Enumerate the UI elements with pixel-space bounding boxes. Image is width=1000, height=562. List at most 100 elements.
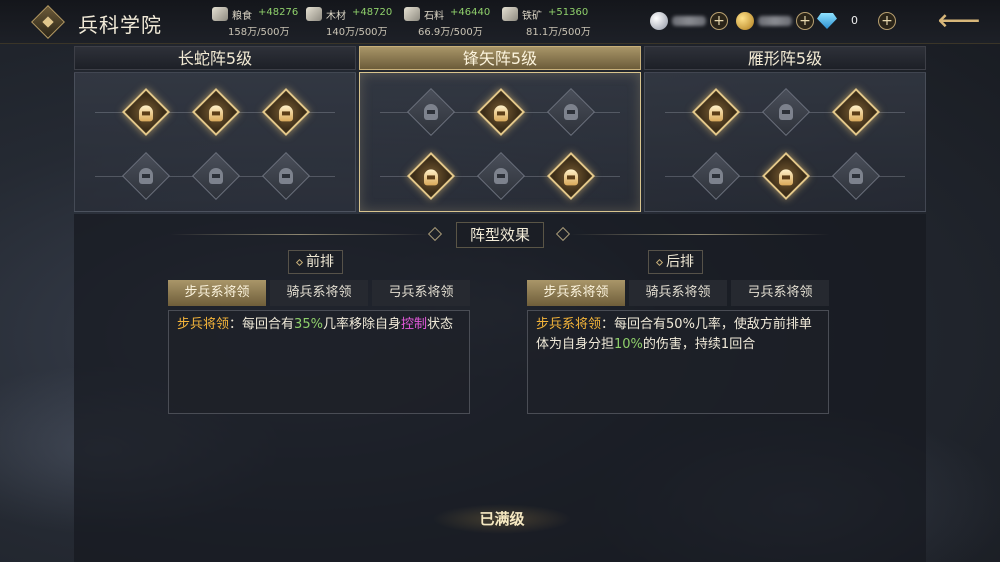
wood-icon [306,7,322,21]
resource-iron[interactable]: 铁矿 +51360 81.1万/500万 [502,5,612,39]
silver-value-hidden [672,16,706,26]
resource-label: 木材 [326,11,346,22]
add-gold-button[interactable]: + [796,12,814,30]
top-bar: 兵科学院 粮食 +48276 158万/500万 木材 +48720 140万/… [0,0,1000,44]
resource-capacity: 81.1万/500万 [526,27,591,38]
formation-panel-changshe[interactable]: 长蛇阵5级 [74,46,356,212]
resource-label: 石料 [424,11,444,22]
formation-title: 长蛇阵5级 [74,46,356,70]
max-level-status: 已满级 [432,504,572,534]
academy-emblem-icon [31,5,65,39]
back-row-label: 后排 [648,250,703,274]
general-type: 步兵系将领 [536,317,602,332]
formation-grid [359,72,641,212]
gold-value-hidden [758,16,792,26]
desc-percent: 10% [614,337,643,352]
resource-stone[interactable]: 石料 +46440 66.9万/500万 [404,5,514,39]
soldier-slot-active [261,87,311,137]
formation-grid [74,72,356,212]
gold-currency: + [736,12,816,32]
formation-grid [644,72,926,212]
gem-value: 0 [851,14,858,27]
tab-back-archer[interactable]: 弓兵系将领 [731,280,829,306]
resource-capacity: 158万/500万 [228,27,290,38]
helmet-icon [139,168,153,184]
soldier-slot-empty [546,87,596,137]
soldier-slot-active [546,151,596,201]
formation-panel-fengshi[interactable]: 锋矢阵5级 [359,46,641,212]
back-row-tabs: 步兵系将领 骑兵系将领 弓兵系将领 [527,280,829,306]
soldier-slot-empty [191,151,241,201]
silver-coin-icon [650,12,668,30]
helmet-icon [709,105,723,122]
helmet-icon [209,105,223,122]
desc-text: 每回合有 [242,317,295,332]
soldier-slot-empty [406,87,456,137]
front-row-text: 前排 [306,254,334,270]
front-row-description: 步兵将领：每回合有35%几率移除自身控制状态 [168,310,470,414]
diamond-bullet-icon [295,258,304,266]
front-row-label: 前排 [288,250,343,274]
desc-separator: ： [229,317,243,332]
resource-gain: +48276 [258,7,299,18]
diamond-bullet-icon [655,258,664,266]
general-type: 步兵将领 [177,317,230,332]
tab-front-infantry[interactable]: 步兵系将领 [168,280,266,306]
helmet-icon [279,168,293,184]
soldier-slot-empty [121,151,171,201]
soldier-slot-empty [261,151,311,201]
tab-back-infantry[interactable]: 步兵系将领 [527,280,625,306]
diamond-gem-icon [817,13,837,29]
desc-text: 的伤害，持续1回合 [642,337,756,352]
helmet-icon [849,105,863,122]
soldier-slot-active [191,87,241,137]
back-arrow-icon: ⟵ [937,3,981,38]
resource-gain: +51360 [548,7,589,18]
soldier-slot-active [121,87,171,137]
tab-front-cavalry[interactable]: 骑兵系将领 [270,280,368,306]
grain-icon [212,7,228,21]
desc-keyword: 控制 [400,317,427,332]
stone-icon [404,7,420,21]
helmet-icon [424,169,438,186]
soldier-slot-empty [761,87,811,137]
soldier-slot-empty [476,151,526,201]
helmet-icon [564,169,578,186]
tab-front-archer[interactable]: 弓兵系将领 [372,280,470,306]
resource-gain: +46440 [450,7,491,18]
soldier-slot-empty [691,151,741,201]
soldier-slot-empty [831,151,881,201]
add-silver-button[interactable]: + [710,12,728,30]
soldier-slot-active [406,151,456,201]
ornament-diamond-icon [555,226,571,242]
helmet-icon [424,104,438,120]
helmet-icon [779,169,793,186]
back-button[interactable]: ⟵ [936,6,982,38]
helmet-icon [494,168,508,184]
formation-effects-section: 阵型效果 前排 步兵系将领 骑兵系将领 弓兵系将领 步兵将领：每回合有35%几率… [74,214,926,562]
resource-capacity: 66.9万/500万 [418,27,483,38]
helmet-icon [279,105,293,122]
helmet-icon [779,104,793,120]
helmet-icon [139,105,153,122]
desc-text: 状态 [426,317,453,332]
gold-coin-icon [736,12,754,30]
desc-percent: 35% [294,317,323,332]
resource-wood[interactable]: 木材 +48720 140万/500万 [306,5,416,39]
back-row-text: 后排 [666,254,694,270]
resource-capacity: 140万/500万 [326,27,388,38]
desc-text: 几率移除自身 [322,317,401,332]
helmet-icon [494,105,508,122]
formation-panel-yanxing[interactable]: 雁形阵5级 [644,46,926,212]
formation-title: 锋矢阵5级 [359,46,641,70]
resource-gain: +48720 [352,7,393,18]
title-divider-right [570,234,830,235]
effects-title: 阵型效果 [456,222,544,248]
tab-back-cavalry[interactable]: 骑兵系将领 [629,280,727,306]
resource-label: 铁矿 [522,11,542,22]
formation-title: 雁形阵5级 [644,46,926,70]
helmet-icon [564,104,578,120]
page-title: 兵科学院 [78,13,162,37]
add-gem-button[interactable]: + [878,12,896,30]
helmet-icon [849,168,863,184]
